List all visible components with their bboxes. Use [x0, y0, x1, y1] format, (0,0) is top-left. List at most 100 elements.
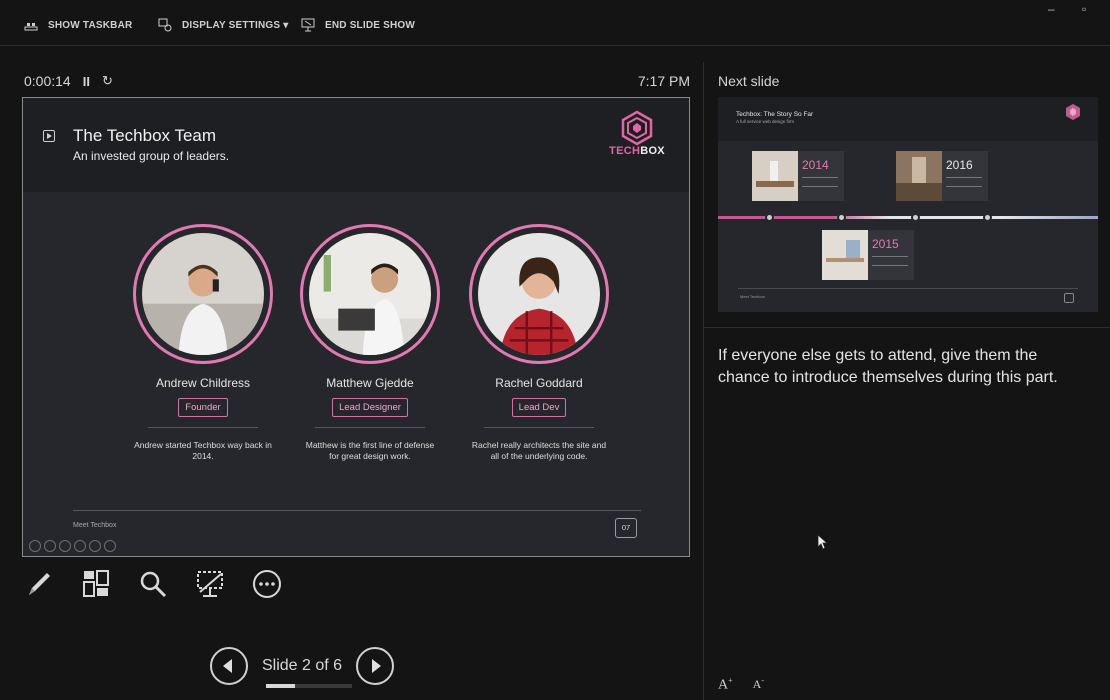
slide-footer-divider — [73, 510, 641, 511]
next-slide-footer-divider — [738, 288, 1078, 289]
display-settings-label: DISPLAY SETTINGS ▾ — [182, 19, 289, 31]
timeline-dot — [983, 213, 992, 222]
notes-divider[interactable] — [704, 327, 1110, 328]
show-taskbar-button[interactable]: SHOW TASKBAR — [24, 18, 132, 32]
office-hallway-photo-icon — [896, 151, 942, 201]
increase-font-button[interactable]: A+ — [718, 676, 733, 694]
mini-previous-icon[interactable] — [29, 540, 41, 552]
mini-more-icon[interactable] — [104, 540, 116, 552]
next-slide-button[interactable] — [356, 647, 395, 685]
slide-header: The Techbox Team An invested group of le… — [23, 98, 689, 192]
desk-photo-icon — [822, 230, 868, 280]
minimize-button[interactable]: – — [1048, 2, 1055, 16]
divider — [148, 427, 258, 428]
pen-tool-button[interactable] — [22, 566, 56, 602]
slide-title: The Techbox Team — [73, 126, 217, 145]
black-screen-button[interactable] — [193, 566, 227, 602]
slide-timer: 0:00:14 II ↻ — [24, 73, 113, 89]
timeline-dot — [837, 213, 846, 222]
taskbar-icon — [24, 23, 38, 31]
see-all-slides-icon — [83, 570, 109, 597]
next-slide-number-badge — [1064, 293, 1074, 303]
end-slide-show-button[interactable]: END SLIDE SHOW — [301, 18, 415, 32]
man-at-laptop-photo-icon — [309, 233, 431, 355]
slide-progress-bar — [266, 684, 352, 688]
next-slide-footer-label: Meet Techbox — [740, 294, 765, 299]
pause-timer-button[interactable]: II — [83, 74, 90, 89]
mini-next-icon[interactable] — [44, 540, 56, 552]
decrease-font-icon: A — [752, 677, 762, 691]
notes-font-controls: A+ A- — [718, 676, 764, 694]
timeline-text-lines — [802, 177, 838, 187]
timeline-dot — [911, 213, 920, 222]
team-member-name: Matthew Gjedde — [326, 376, 414, 390]
timeline-year: 2015 — [872, 237, 899, 251]
decrease-font-button[interactable]: A- — [753, 676, 764, 694]
panel-divider[interactable] — [703, 62, 704, 700]
black-screen-icon — [197, 571, 223, 597]
team-member-description: Matthew is the first line of defense for… — [305, 440, 435, 461]
restore-button[interactable]: ▫ — [1082, 2, 1086, 16]
slide-footer-label: Meet Techbox — [73, 522, 117, 529]
team-member-role: Founder — [178, 398, 228, 417]
woman-smiling-photo-icon — [478, 233, 600, 355]
team-member-role: Lead Dev — [511, 398, 567, 417]
slide-number-badge: 07 — [615, 518, 637, 538]
next-slide-subtitle: A full service web design firm — [736, 119, 795, 124]
speaker-notes[interactable]: If everyone else gets to attend, give th… — [718, 345, 1090, 389]
team-member-card: Rachel Goddard Lead Dev Rachel really ar… — [464, 224, 614, 462]
previous-slide-button[interactable] — [210, 647, 248, 685]
see-all-slides-button[interactable] — [79, 566, 113, 602]
timeline-card: 2015 — [822, 230, 914, 280]
more-options-button[interactable] — [250, 566, 284, 602]
arrow-left-icon — [223, 659, 232, 673]
team-member-name: Andrew Childress — [155, 376, 251, 390]
team-member-photo — [133, 224, 273, 364]
slide-mini-toolbar — [29, 540, 116, 552]
timeline-text-lines — [946, 177, 982, 187]
elapsed-time: 0:00:14 — [24, 73, 71, 89]
timeline-card: 2014 — [752, 151, 844, 201]
timeline-line — [718, 216, 1098, 219]
timeline-card: 2016 — [896, 151, 988, 201]
team-member-photo — [469, 224, 609, 364]
zoom-icon — [140, 571, 167, 598]
next-slide-body: 2014 2016 2015 Meet Techbox — [718, 141, 1098, 312]
next-slide-label: Next slide — [718, 73, 780, 89]
mouse-cursor-icon — [817, 534, 829, 550]
pen-icon — [29, 573, 50, 595]
show-taskbar-label: SHOW TASKBAR — [48, 19, 133, 31]
timeline-year: 2014 — [802, 158, 829, 172]
office-photo-icon — [752, 151, 798, 201]
next-slide-title: Techbox: The Story So Far — [736, 111, 814, 118]
display-settings-button[interactable]: DISPLAY SETTINGS ▾ — [158, 18, 288, 32]
presenter-tools — [22, 566, 284, 602]
slide-counter[interactable]: Slide 2 of 6 — [258, 657, 346, 675]
zoom-button[interactable] — [136, 566, 170, 602]
timeline-year: 2016 — [946, 158, 973, 172]
team-member-description: Andrew started Techbox way back in 2014. — [134, 440, 272, 461]
team-member-name: Rachel Goddard — [495, 376, 583, 390]
team-member-photo — [300, 224, 440, 364]
current-time: 7:17 PM — [637, 73, 690, 89]
man-on-phone-photo-icon — [142, 233, 264, 355]
next-slide-preview[interactable]: Techbox: The Story So Far A full service… — [718, 97, 1098, 312]
techbox-logo-icon — [1066, 104, 1080, 120]
current-slide[interactable]: The Techbox Team An invested group of le… — [22, 97, 690, 557]
restart-timer-button[interactable]: ↻ — [102, 73, 113, 89]
timeline-text-lines — [872, 256, 908, 266]
team-member-role: Lead Designer — [332, 398, 408, 417]
mini-slides-icon[interactable] — [74, 540, 86, 552]
mini-zoom-icon[interactable] — [89, 540, 101, 552]
mini-pen-icon[interactable] — [59, 540, 71, 552]
play-icon — [43, 130, 55, 142]
logo-tech: TECH — [609, 145, 641, 157]
slide-progress-fill — [266, 684, 295, 688]
increase-font-icon: A — [718, 677, 729, 693]
slide-navigation: Slide 2 of 6 — [210, 647, 395, 685]
presenter-toolbar: SHOW TASKBAR DISPLAY SETTINGS ▾ END SLID… — [0, 0, 1110, 46]
logo-box: BOX — [640, 145, 665, 157]
more-options-icon — [253, 570, 281, 598]
arrow-right-icon — [372, 659, 382, 673]
display-settings-icon — [158, 18, 172, 32]
